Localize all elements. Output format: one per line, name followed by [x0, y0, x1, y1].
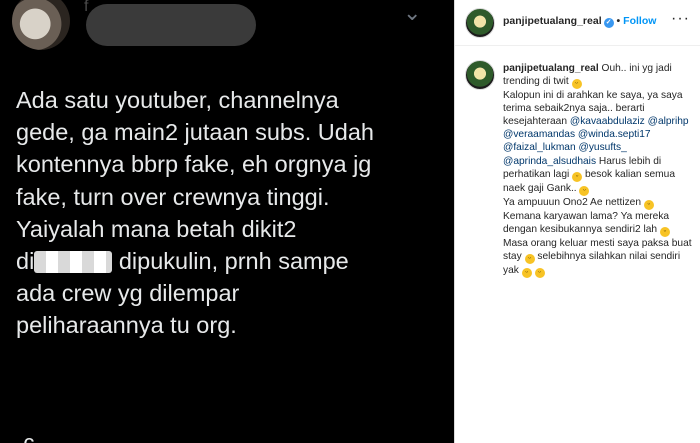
grin-emoji-icon: ᵕ: [524, 253, 535, 264]
grin-emoji-icon: ᵕ: [571, 79, 582, 90]
mention-link[interactable]: @winda.septi17: [578, 129, 651, 140]
tweet-name-fragment: f: [84, 0, 89, 15]
laughing-emoji-icon: ᵕ: [572, 171, 583, 182]
caption-text: Kemana karyawan lama? Ya mereka dengan k…: [503, 210, 670, 235]
tweet-body: Ada satu youtuber, channelnya gede, ga m…: [16, 84, 448, 342]
tweet-line: ada crew yg dilempar: [16, 280, 240, 307]
mention-link[interactable]: @aprinda_alsudhais: [503, 156, 596, 167]
censor-blur: [34, 251, 113, 274]
tweet-line: gede, ga main2 jutaan subs. Udah: [16, 119, 374, 146]
header-username[interactable]: panjipetualang_real: [503, 15, 602, 27]
grin-emoji-icon: ᵕ: [659, 226, 670, 237]
tweet-screenshot: f ⌄ Ada satu youtuber, channelnya gede, …: [0, 0, 454, 443]
post-header: panjipetualang_real ✓ • Follow ···: [455, 0, 700, 46]
tweet-name-redaction: [86, 4, 256, 46]
smile-emoji-icon: ᵕ: [521, 267, 532, 278]
tweet-line-prefix: di: [16, 248, 35, 275]
tweet-line-censored: di dipukulin, prnh sampe: [16, 245, 448, 277]
tweet-line: peliharaannya tu org.: [16, 312, 237, 339]
tweet-options-chevron-icon[interactable]: ⌄: [403, 0, 421, 26]
more-options-icon[interactable]: ···: [671, 10, 690, 28]
tweet-line: fake, turn over crewnya tinggi.: [16, 183, 330, 210]
post-caption: panjipetualang_real Ouh.. ini yg jadi tr…: [503, 62, 693, 278]
header-username-row: panjipetualang_real ✓ • Follow: [503, 15, 656, 28]
sleepy-emoji-icon: ᵕ: [643, 199, 654, 210]
instagram-panel: panjipetualang_real ✓ • Follow ··· panjip…: [455, 0, 700, 443]
follow-button[interactable]: Follow: [623, 15, 656, 27]
mention-link[interactable]: @faizal_lukman: [503, 142, 576, 153]
tweet-line: Yaiyalah mana betah dikit2: [16, 215, 297, 242]
verified-badge-icon: ✓: [603, 18, 614, 28]
mention-link[interactable]: @veraamandas: [503, 129, 575, 140]
separator-dot: •: [616, 15, 621, 27]
tweet-bottom-fragment: -c-: [16, 430, 42, 443]
mention-link[interactable]: @yusufts_: [578, 142, 626, 153]
mention-link[interactable]: @alprihp: [648, 116, 689, 127]
caption-text: Ya ampuuun Ono2 Ae nettizen: [503, 196, 642, 208]
tweet-line: kontennya bbrp fake, eh orgnya jg: [16, 151, 372, 178]
caption-username[interactable]: panjipetualang_real: [503, 63, 599, 74]
praying-hands-emoji-icon: ᵕ: [534, 267, 545, 278]
tweet-line: Ada satu youtuber, channelnya: [16, 87, 339, 113]
mention-link[interactable]: @kavaabdulaziz: [570, 116, 645, 127]
tweet-avatar[interactable]: [12, 0, 70, 50]
caption-avatar[interactable]: [465, 60, 495, 90]
tweet-line-suffix: dipukulin, prnh sampe: [118, 248, 349, 275]
wink-emoji-icon: ᵕ: [579, 185, 590, 196]
profile-avatar[interactable]: [465, 8, 495, 38]
